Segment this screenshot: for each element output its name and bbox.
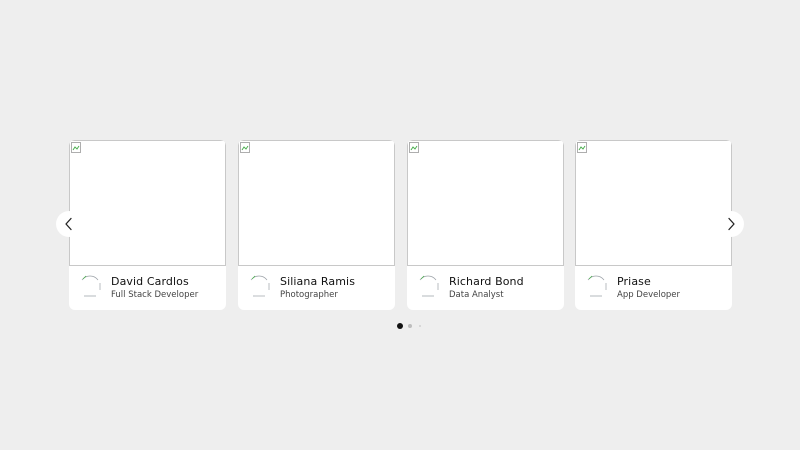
team-card[interactable]: Priase App Developer <box>575 140 732 310</box>
chevron-left-icon <box>65 217 72 231</box>
member-role: App Developer <box>617 290 681 300</box>
team-card[interactable]: Siliana Ramis Photographer <box>238 140 395 310</box>
avatar <box>584 274 608 298</box>
broken-image-icon <box>409 142 419 153</box>
card-image <box>69 140 226 266</box>
member-role: Data Analyst <box>449 290 504 300</box>
card-footer: David Cardlos Full Stack Developer <box>69 266 226 310</box>
avatar <box>247 274 271 298</box>
broken-image-icon <box>240 142 250 153</box>
avatar <box>78 274 102 298</box>
pagination-dots <box>395 321 425 331</box>
member-role: Full Stack Developer <box>111 290 199 300</box>
member-name: Siliana Ramis <box>280 275 356 288</box>
member-name: Richard Bond <box>449 275 524 288</box>
broken-avatar-icon <box>81 275 101 297</box>
broken-image-icon <box>577 142 587 153</box>
member-name: Priase <box>617 275 651 288</box>
team-carousel: David Cardlos Full Stack Developer Silia… <box>0 0 800 450</box>
card-image <box>575 140 732 266</box>
card-image <box>407 140 564 266</box>
team-card[interactable]: Richard Bond Data Analyst <box>407 140 564 310</box>
broken-image-icon <box>71 142 81 153</box>
member-role: Photographer <box>280 290 338 300</box>
chevron-right-icon <box>728 217 735 231</box>
prev-button[interactable] <box>56 211 82 237</box>
broken-avatar-icon <box>587 275 607 297</box>
team-card[interactable]: David Cardlos Full Stack Developer <box>69 140 226 310</box>
pagination-dot-1[interactable] <box>397 323 403 329</box>
card-image <box>238 140 395 266</box>
avatar <box>416 274 440 298</box>
card-footer: Siliana Ramis Photographer <box>238 266 395 310</box>
pagination-dot-3[interactable] <box>419 325 421 327</box>
broken-avatar-icon <box>419 275 439 297</box>
broken-avatar-icon <box>250 275 270 297</box>
next-button[interactable] <box>718 211 744 237</box>
pagination-dot-2[interactable] <box>408 324 412 328</box>
card-footer: Priase App Developer <box>575 266 732 310</box>
card-footer: Richard Bond Data Analyst <box>407 266 564 310</box>
member-name: David Cardlos <box>111 275 189 288</box>
